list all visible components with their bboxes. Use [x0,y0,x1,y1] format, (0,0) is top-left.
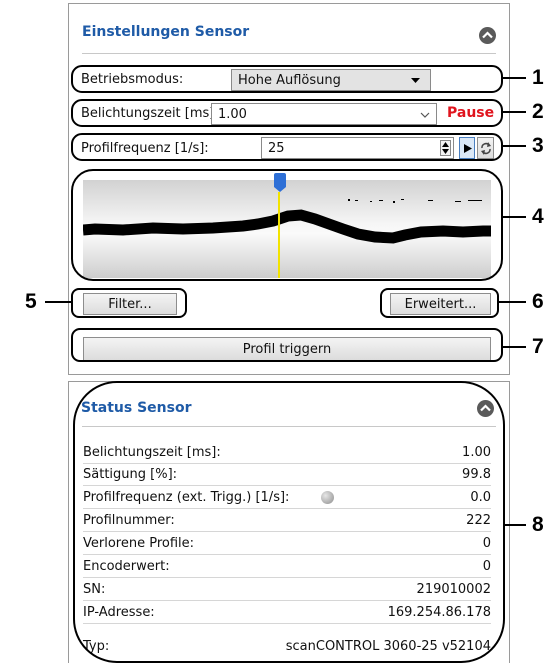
callout-line-2 [503,111,526,113]
callout-outline-4 [71,169,503,281]
callout-outline-1 [71,65,503,93]
callout-outline-2 [71,99,503,127]
callout-number-6: 6 [532,290,544,313]
callout-number-7: 7 [532,335,544,358]
callout-line-8 [505,524,526,526]
callout-outline-3 [71,133,503,161]
callout-number-3: 3 [532,134,544,157]
callout-line-5 [45,301,71,303]
callout-line-7 [503,346,526,348]
callout-line-6 [499,301,526,303]
callout-number-4: 4 [532,205,544,228]
callout-outline-6 [380,288,499,318]
callout-outline-8 [73,381,505,663]
callout-outline-5 [71,288,187,318]
callout-line-4 [503,216,526,218]
separator [82,53,496,54]
callout-line-3 [503,145,526,147]
callout-number-5: 5 [25,290,37,313]
settings-panel-title: Einstellungen Sensor [82,24,250,40]
callout-number-8: 8 [532,513,544,536]
callout-outline-7 [71,328,503,362]
callout-line-1 [503,77,526,79]
collapse-icon[interactable] [479,27,496,44]
callout-number-2: 2 [532,100,544,123]
callout-number-1: 1 [532,66,544,89]
